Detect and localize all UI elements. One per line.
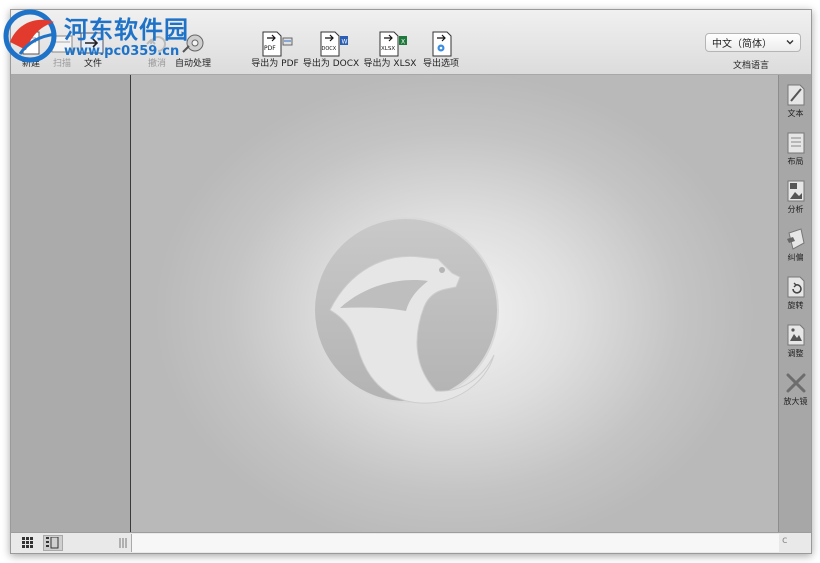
pdf-badge: PDF: [264, 45, 276, 52]
chevron-down-icon: [786, 40, 794, 45]
rotate-tool[interactable]: 旋转: [779, 275, 811, 311]
magnifier-tool-label: 放大镜: [783, 397, 808, 406]
eagle-logo-icon: [313, 217, 499, 404]
layout-tool[interactable]: 布局: [779, 131, 811, 167]
site-watermark: 河东软件园 www.pc0359.cn: [2, 6, 212, 70]
document-canvas[interactable]: [131, 75, 778, 532]
horizontal-scrollbar[interactable]: [131, 534, 779, 552]
status-corner-glyph: c: [782, 535, 788, 546]
export-docx-button[interactable]: DOCX W 导出为 DOCX: [302, 30, 360, 72]
adjust-tool[interactable]: 调整: [779, 323, 811, 359]
deskew-tool-label: 纠偏: [787, 253, 804, 262]
adjust-tool-label: 调整: [787, 349, 804, 358]
analyze-tool[interactable]: 分析: [779, 179, 811, 215]
export-docx-icon: DOCX W: [320, 31, 348, 57]
docx-badge: DOCX: [322, 46, 337, 52]
list-view-icon: [46, 537, 59, 549]
page-thumbnail-sidebar[interactable]: [11, 75, 131, 532]
app-window: 新建 扫描 文件 撤消 自动处理 PDF 导出为 PDF DOCX W 导出为 …: [10, 9, 812, 554]
sidebar-resize-handle[interactable]: [119, 537, 127, 549]
export-pdf-button[interactable]: PDF 导出为 PDF: [251, 30, 299, 72]
export-options-label: 导出选项: [422, 59, 459, 69]
status-bar: c: [11, 532, 811, 553]
export-options-icon: [432, 31, 452, 57]
list-view-button[interactable]: [43, 535, 63, 551]
text-tool-label: 文本: [787, 109, 804, 118]
export-xlsx-label: 导出为 XLSX: [363, 59, 417, 69]
deskew-icon: [786, 228, 805, 250]
magnifier-tool[interactable]: 放大镜: [779, 371, 811, 407]
excel-icon: X: [401, 39, 405, 46]
adjust-icon: [787, 324, 804, 346]
document-language-caption: 文档语言: [733, 61, 770, 71]
watermark-site-name: 河东软件园: [64, 15, 189, 44]
export-pdf-label: 导出为 PDF: [251, 59, 299, 69]
export-pdf-icon: PDF: [262, 31, 293, 57]
text-tool[interactable]: 文本: [779, 83, 811, 119]
document-language-select[interactable]: 中文（简体）: [705, 33, 801, 52]
export-docx-label: 导出为 DOCX: [302, 59, 360, 69]
rotate-icon: [787, 276, 804, 298]
export-xlsx-icon: XLSX X: [379, 31, 407, 57]
rotate-tool-label: 旋转: [787, 301, 804, 310]
magnifier-icon: [786, 373, 805, 393]
layout-icon: [787, 132, 804, 154]
analyze-tool-label: 分析: [787, 205, 804, 214]
export-xlsx-button[interactable]: XLSX X 导出为 XLSX: [364, 30, 416, 72]
xlsx-badge: XLSX: [381, 46, 395, 52]
watermark-logo-icon: [3, 9, 57, 63]
tool-palette: 文本 布局 分析 纠偏 旋转 调整 放大镜: [778, 75, 811, 532]
deskew-tool[interactable]: 纠偏: [779, 227, 811, 263]
export-options-button[interactable]: 导出选项: [421, 30, 461, 72]
layout-tool-label: 布局: [787, 157, 804, 166]
grid-view-icon: [22, 537, 33, 548]
word-icon: W: [342, 39, 348, 46]
text-pencil-icon: [787, 84, 804, 106]
analyze-icon: [787, 180, 804, 202]
language-selected: 中文（简体）: [712, 39, 772, 50]
watermark-site-url: www.pc0359.cn: [64, 44, 180, 59]
grid-view-button[interactable]: [19, 535, 39, 551]
